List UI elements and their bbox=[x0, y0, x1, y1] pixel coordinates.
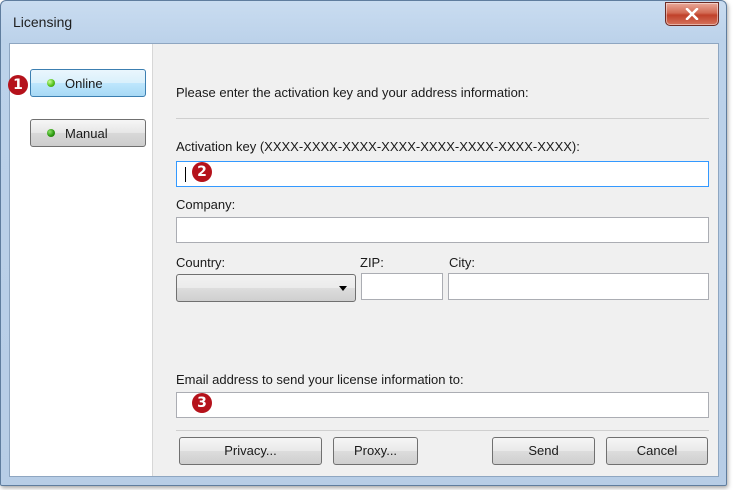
mode-sidebar: Online Manual bbox=[10, 44, 153, 476]
activation-key-input[interactable] bbox=[176, 161, 709, 187]
send-button[interactable]: Send bbox=[492, 437, 595, 465]
callout-badge-3: 3 bbox=[192, 393, 212, 413]
dialog-client-area: Online Manual Please enter the activatio… bbox=[9, 43, 719, 477]
green-led-icon bbox=[47, 129, 55, 137]
window-title: Licensing bbox=[13, 14, 73, 30]
manual-button[interactable]: Manual bbox=[30, 119, 146, 147]
text-cursor bbox=[185, 167, 186, 182]
email-label: Email address to send your license infor… bbox=[176, 372, 464, 387]
separator-bottom bbox=[176, 430, 709, 431]
proxy-button[interactable]: Proxy... bbox=[333, 437, 418, 465]
email-input[interactable] bbox=[176, 392, 709, 418]
activation-key-label: Activation key (XXXX-XXXX-XXXX-XXXX-XXXX… bbox=[176, 139, 580, 154]
zip-input[interactable] bbox=[361, 273, 443, 300]
city-input[interactable] bbox=[448, 273, 709, 300]
close-button[interactable] bbox=[665, 2, 719, 26]
green-led-icon bbox=[47, 79, 55, 87]
separator-top bbox=[176, 118, 709, 119]
licensing-dialog: Licensing Online Manual Please enter the… bbox=[0, 0, 727, 486]
callout-badge-1: 1 bbox=[8, 75, 28, 95]
privacy-button[interactable]: Privacy... bbox=[179, 437, 322, 465]
intro-text: Please enter the activation key and your… bbox=[176, 85, 529, 100]
chevron-down-icon bbox=[339, 286, 347, 291]
online-button-label: Online bbox=[65, 76, 103, 91]
country-label: Country: bbox=[176, 255, 226, 270]
close-x-icon bbox=[685, 8, 699, 20]
online-button[interactable]: Online bbox=[30, 69, 146, 97]
city-label: City: bbox=[449, 255, 475, 270]
country-select[interactable] bbox=[176, 274, 356, 302]
zip-label: ZIP: bbox=[360, 255, 384, 270]
manual-button-label: Manual bbox=[65, 126, 108, 141]
callout-badge-2: 2 bbox=[192, 162, 212, 182]
title-bar[interactable]: Licensing bbox=[1, 1, 726, 43]
company-label: Company: bbox=[176, 197, 236, 212]
cancel-button[interactable]: Cancel bbox=[606, 437, 708, 465]
company-input[interactable] bbox=[176, 217, 709, 243]
